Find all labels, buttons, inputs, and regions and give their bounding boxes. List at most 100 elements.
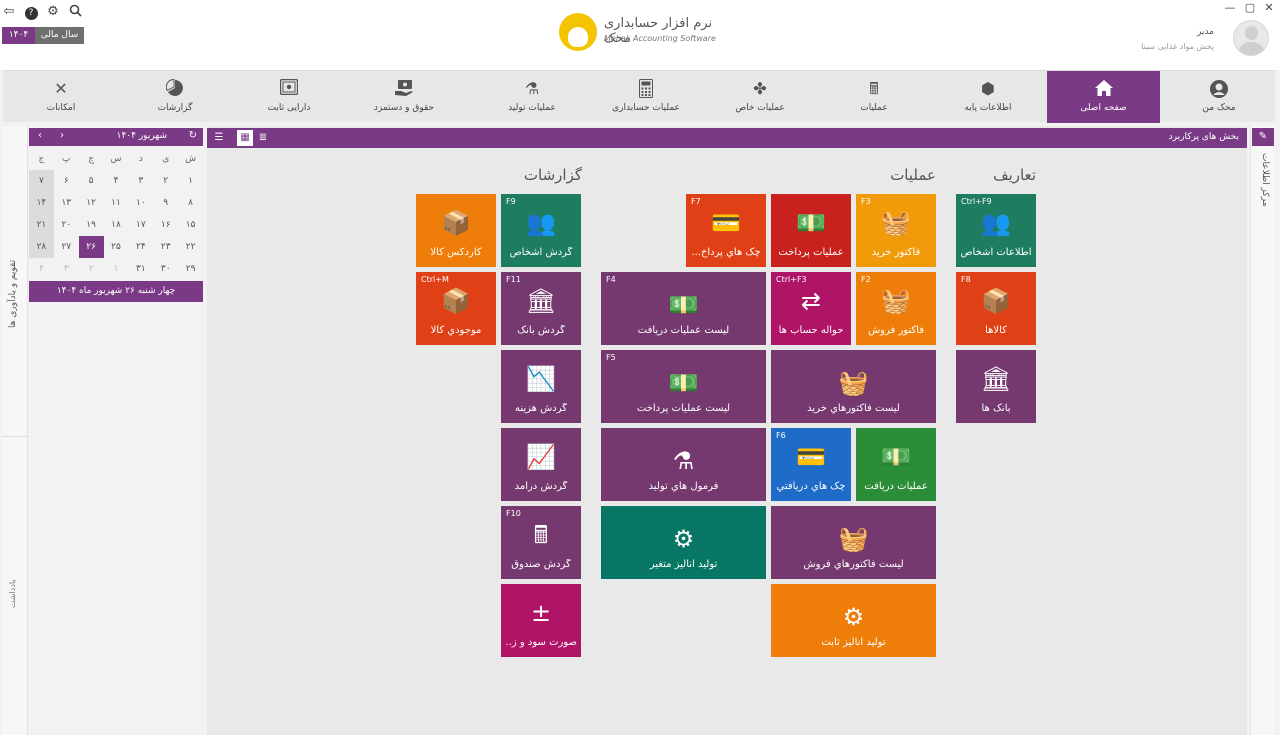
tile-banks[interactable]: 🏛 بانک ها xyxy=(956,350,1036,423)
calendar-day[interactable]: ۲۳ xyxy=(153,236,178,258)
info-center-icon[interactable]: ✎ xyxy=(1252,128,1274,146)
tile-variable-analysis[interactable]: ⚙ تولید آنالیز متغیر xyxy=(601,506,766,579)
calendar-day[interactable]: ۲۱ xyxy=(28,214,54,236)
tab-home[interactable]: صفحه اصلی xyxy=(1047,71,1160,123)
tile-receivable-cheques[interactable]: F6 💳 چک هاي دریافتي xyxy=(771,428,851,501)
tab-special-ops[interactable]: ✤ عملیات خاص xyxy=(704,71,816,123)
calendar-day[interactable]: ۱۲ xyxy=(79,192,104,214)
tile-label: بانک ها xyxy=(981,403,1011,414)
maximize-icon[interactable]: ▢ xyxy=(1243,2,1257,14)
tab-operations[interactable]: 🖩 عملیات xyxy=(818,71,930,123)
logout-icon[interactable]: ⇦ xyxy=(1,4,17,20)
tile-label: لیست فاکتورهاي خرید xyxy=(807,403,900,414)
tab-accounting-ops[interactable]: عملیات حسابداری xyxy=(590,71,702,123)
calendar-day[interactable]: ۲ xyxy=(79,258,104,280)
calendar-day[interactable]: ۲۲ xyxy=(178,236,203,258)
tile-purchase-invoice[interactable]: F3 🧺 فاکتور خرید xyxy=(856,194,936,267)
tile-expense-turnover[interactable]: 📉 گردش هزینه xyxy=(501,350,581,423)
tile-income-turnover[interactable]: 📈 گردش درآمد xyxy=(501,428,581,501)
grid-view-icon[interactable]: ▦ xyxy=(237,130,253,146)
calendar-month-title[interactable]: شهریور ۱۴۰۴ xyxy=(117,131,167,141)
tile-persons-turnover[interactable]: F9 👥 گردش اشخاص xyxy=(501,194,581,267)
tile-label: کالاها xyxy=(985,325,1007,336)
tile-persons-info[interactable]: Ctrl+F9 👥 اطلاعات اشخاص xyxy=(956,194,1036,267)
calendar-day[interactable]: ۱ xyxy=(104,258,129,280)
search-icon[interactable] xyxy=(67,4,83,20)
calendar-day[interactable]: ۱۰ xyxy=(128,192,153,214)
calendar-day[interactable]: ۳ xyxy=(54,258,79,280)
calendar-day[interactable]: ۲۴ xyxy=(128,236,153,258)
minimize-icon[interactable]: — xyxy=(1223,2,1237,14)
tile-payment-list[interactable]: F5 💵 لیست عملیات پرداخت xyxy=(601,350,766,423)
tile-purchase-invoices-list[interactable]: 🧺 لیست فاکتورهاي خرید xyxy=(771,350,936,423)
calendar-day[interactable]: ۱۸ xyxy=(104,214,129,236)
calendar-day[interactable]: ۱۶ xyxy=(153,214,178,236)
calendar-day[interactable]: ۵ xyxy=(79,170,104,192)
tile-account-transfer[interactable]: Ctrl+F3 ⇄ حواله حساب ها xyxy=(771,272,851,345)
tile-production-formulas[interactable]: ⚗ فرمول هاي تولید xyxy=(601,428,766,501)
calendar-day[interactable]: ۲۸ xyxy=(28,236,54,258)
calendar-day[interactable]: ۱ xyxy=(178,170,203,192)
calendar-prev-icon[interactable]: ‹ xyxy=(33,130,47,141)
gear-icon[interactable]: ⚙ xyxy=(45,4,61,20)
calendar-day[interactable]: ۶ xyxy=(54,170,79,192)
tab-fixed-assets[interactable]: دارایی ثابت xyxy=(233,71,345,123)
calendar-day[interactable]: ۴ xyxy=(104,170,129,192)
tab-reports[interactable]: گزارشات xyxy=(119,71,231,123)
tile-cashbox-turnover[interactable]: F10 🖩 گردش صندوق xyxy=(501,506,581,579)
tile-bank-turnover[interactable]: F11 🏛 گردش بانک xyxy=(501,272,581,345)
tile-fixed-analysis[interactable]: ⚙ تولید آنالیز ثابت xyxy=(771,584,936,657)
calendar-day[interactable]: ۱۳ xyxy=(54,192,79,214)
calendar-day[interactable]: ۹ xyxy=(153,192,178,214)
tile-goods-cardex[interactable]: 📦 کاردکس کالا xyxy=(416,194,496,267)
calendar-next-icon[interactable]: › xyxy=(55,130,69,141)
tile-receipt-list[interactable]: F4 💵 لیست عملیات دریافت xyxy=(601,272,766,345)
fiscal-year-selector[interactable]: ۱۴۰۴ سال مالی xyxy=(2,27,84,44)
tile-label: فاکتور خرید xyxy=(871,247,921,258)
calendar-day[interactable]: ۲ xyxy=(153,170,178,192)
tab-base-info[interactable]: ⬢ اطلاعات پایه xyxy=(932,71,1044,123)
tile-goods[interactable]: F8 📦 کالاها xyxy=(956,272,1036,345)
calendar-day[interactable]: ۱۹ xyxy=(79,214,104,236)
tab-production-ops[interactable]: ⚗ عملیات تولید xyxy=(476,71,588,123)
bank-icon: 🏛 xyxy=(980,365,1012,393)
tile-label: فاکتور فروش xyxy=(867,325,925,336)
calendar-day[interactable]: ۳۱ xyxy=(128,258,153,280)
tab-payroll[interactable]: حقوق و دستمزد xyxy=(348,71,460,123)
calendar-day[interactable]: ۲۰ xyxy=(54,214,79,236)
tile-payable-cheques[interactable]: F7 💳 چک هاي پرداخ... xyxy=(686,194,766,267)
calendar-day[interactable]: ۳۰ xyxy=(153,258,178,280)
calendar-day[interactable]: ۱۷ xyxy=(128,214,153,236)
tab-mehak-man[interactable]: محک من xyxy=(1163,71,1275,123)
calendar-day[interactable]: ۱۱ xyxy=(104,192,129,214)
notes-side-tab[interactable]: یادداشت xyxy=(8,568,22,608)
close-icon[interactable]: ✕ xyxy=(1262,2,1276,14)
calendar-day[interactable]: ۱۵ xyxy=(178,214,203,236)
calendar-day[interactable]: ۳ xyxy=(128,170,153,192)
refresh-icon[interactable]: ↻ xyxy=(189,130,197,141)
calendar-day[interactable]: ۲۷ xyxy=(54,236,79,258)
puzzle-icon: ✤ xyxy=(753,79,767,98)
calendar-day[interactable]: ۲۵ xyxy=(104,236,129,258)
tile-payment-ops[interactable]: 💵 عملیات پرداخت xyxy=(771,194,851,267)
chart-up-icon: 📈 xyxy=(526,443,556,471)
calendar-day[interactable]: ۷ xyxy=(28,170,54,192)
tile-goods-stock[interactable]: Ctrl+M 📦 موجودي کالا xyxy=(416,272,496,345)
tile-receipt-ops[interactable]: 💵 عملیات دریافت xyxy=(856,428,936,501)
calendar-day[interactable]: ۱۴ xyxy=(28,192,54,214)
info-center-label[interactable]: مرکز اطلاعات xyxy=(1256,153,1270,213)
tile-profit-loss[interactable]: ± صورت سود و ز... xyxy=(501,584,581,657)
calendar-day[interactable]: ۲۹ xyxy=(178,258,203,280)
avatar[interactable] xyxy=(1233,20,1269,56)
tile-sales-invoices-list[interactable]: 🧺 لیست فاکتورهاي فروش xyxy=(771,506,936,579)
calendar-day[interactable]: ۴ xyxy=(29,258,54,280)
tile-sales-invoice[interactable]: F2 🧺 فاکتور فروش xyxy=(856,272,936,345)
calendar-day-today[interactable]: ۲۶ xyxy=(78,236,104,258)
calendar-side-tab[interactable]: تقویم و یادآوری ها xyxy=(8,238,22,328)
money-hand-icon xyxy=(393,79,415,99)
list-settings-icon[interactable]: ☰ xyxy=(211,130,227,146)
tab-facilities[interactable]: ✕ امکانات xyxy=(5,71,117,123)
calendar-day[interactable]: ۸ xyxy=(178,192,203,214)
list-view-icon[interactable]: ≣ xyxy=(255,130,271,146)
help-icon[interactable]: ? xyxy=(23,4,39,20)
